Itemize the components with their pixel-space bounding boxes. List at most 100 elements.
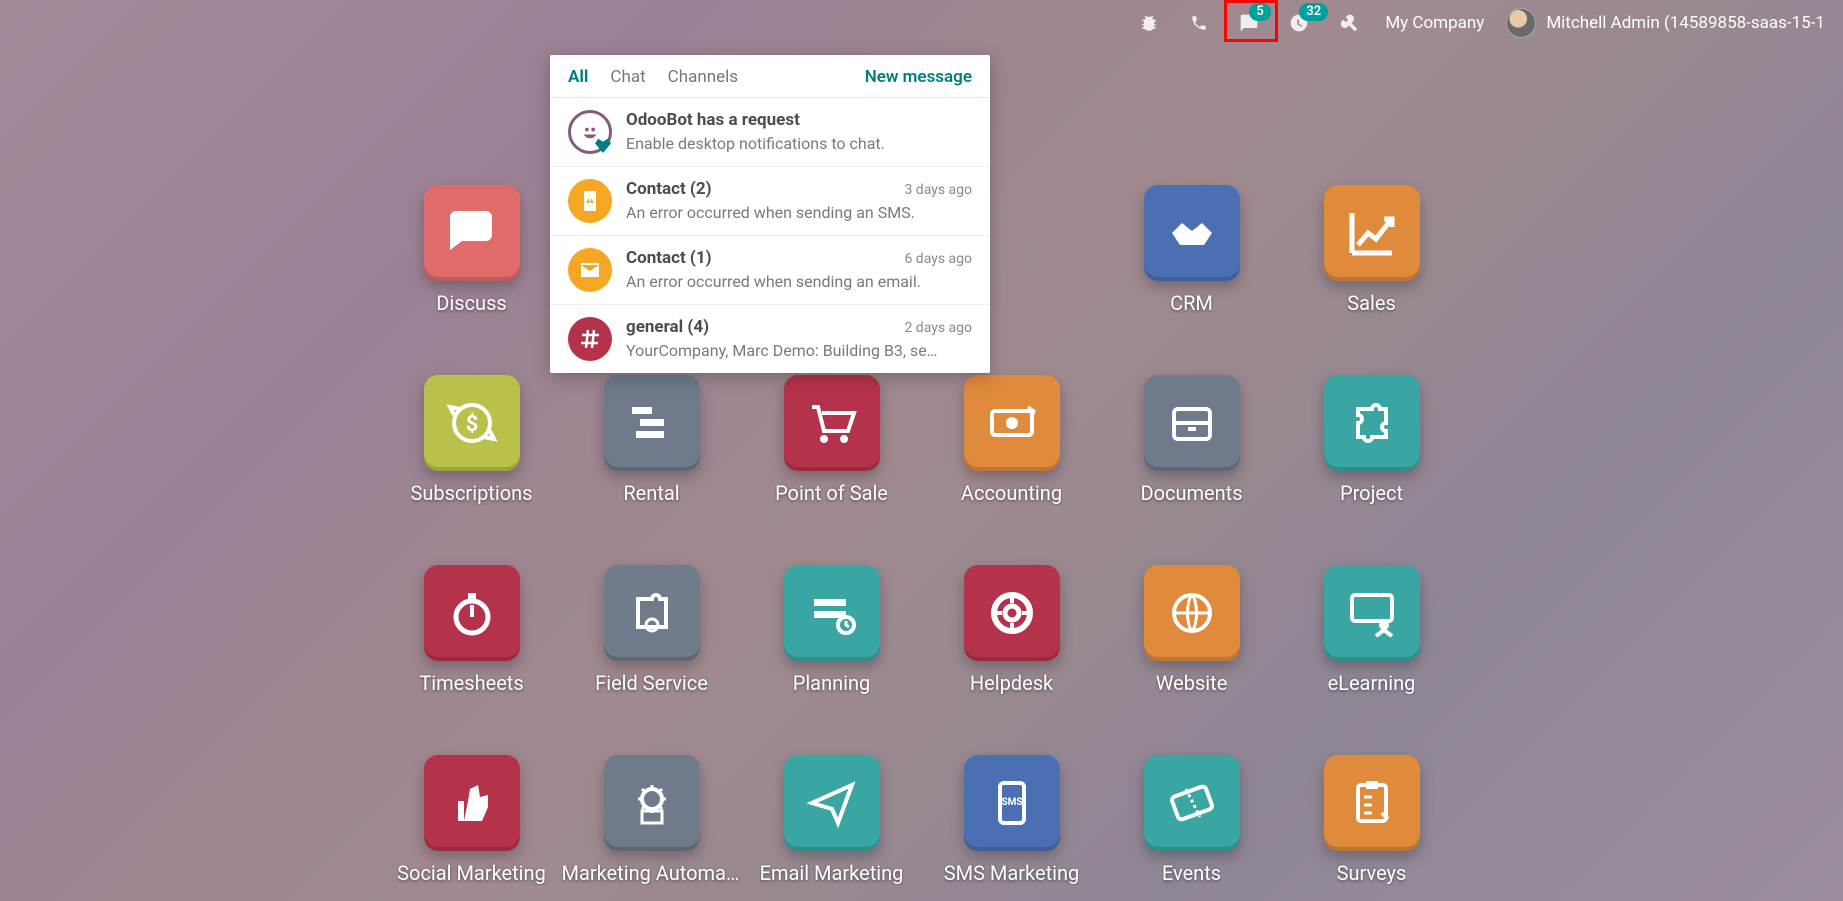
message-time: 3 days ago — [904, 182, 972, 198]
phone-icon[interactable] — [1185, 9, 1213, 37]
app-label: Field Service — [595, 671, 708, 695]
app-point-of-sale[interactable]: Point of Sale — [742, 375, 922, 505]
app-label: Rental — [623, 481, 679, 505]
app-helpdesk[interactable]: Helpdesk — [922, 565, 1102, 695]
app-label: eLearning — [1328, 671, 1416, 695]
paper-plane-icon — [784, 755, 880, 851]
app-label: Marketing Automat… — [562, 861, 742, 885]
app-crm[interactable]: CRM — [1102, 185, 1282, 315]
message-title: Contact (1) — [626, 248, 712, 268]
activities-icon[interactable]: 32 — [1285, 9, 1313, 37]
app-events[interactable]: Events — [1102, 755, 1282, 885]
app-elearning[interactable]: eLearning — [1282, 565, 1462, 695]
chart-up-icon — [1324, 185, 1420, 281]
app-label: Email Marketing — [760, 861, 904, 885]
app-documents[interactable]: Documents — [1102, 375, 1282, 505]
tab-all[interactable]: All — [568, 67, 588, 87]
clipboard-icon — [1324, 755, 1420, 851]
messages-icon[interactable]: 5 — [1235, 9, 1263, 37]
message-title: Contact (2) — [626, 179, 712, 199]
app-label: Subscriptions — [411, 481, 533, 505]
message-title: OdooBot has a request — [626, 110, 800, 130]
app-rental[interactable]: Rental — [562, 375, 742, 505]
message-item[interactable]: general (4) 2 days ago YourCompany, Marc… — [550, 305, 990, 373]
app-marketing-automat[interactable]: Marketing Automat… — [562, 755, 742, 885]
avatar — [1506, 8, 1536, 38]
app-sales[interactable]: Sales — [1282, 185, 1462, 315]
messages-badge: 5 — [1249, 3, 1270, 21]
messages-dropdown: All Chat Channels New message OdooBot ha… — [550, 55, 990, 373]
message-time: 2 days ago — [904, 320, 972, 336]
message-preview: An error occurred when sending an email. — [626, 272, 972, 291]
activities-badge: 32 — [1299, 3, 1328, 21]
app-label: Website — [1156, 671, 1228, 695]
topbar: 5 32 My Company Mitchell Admin (14589858… — [0, 0, 1843, 46]
schedule-icon — [784, 565, 880, 661]
app-label: Discuss — [436, 291, 506, 315]
app-label: Accounting — [961, 481, 1062, 505]
app-label: Planning — [793, 671, 871, 695]
app-discuss[interactable]: Discuss — [382, 185, 562, 315]
chat-icon — [424, 185, 520, 281]
app-label: CRM — [1170, 291, 1213, 315]
user-menu[interactable]: Mitchell Admin (14589858-saas-15-1 — [1506, 8, 1825, 38]
ticket-icon — [1144, 755, 1240, 851]
teach-icon — [1324, 565, 1420, 661]
globe-icon — [1144, 565, 1240, 661]
money-icon — [964, 375, 1060, 471]
message-item[interactable]: OdooBot has a request Enable desktop not… — [550, 98, 990, 167]
app-label: Point of Sale — [775, 481, 888, 505]
company-selector[interactable]: My Company — [1385, 13, 1484, 33]
messages-tabs: All Chat Channels — [568, 67, 738, 87]
app-label: Surveys — [1337, 861, 1407, 885]
app-label: Events — [1162, 861, 1221, 885]
app-label: Helpdesk — [970, 671, 1053, 695]
app-surveys[interactable]: Surveys — [1282, 755, 1462, 885]
sms-warn-icon — [568, 179, 612, 223]
puzzle-gear-icon — [604, 565, 700, 661]
app-label: Documents — [1140, 481, 1242, 505]
message-preview: YourCompany, Marc Demo: Building B3, se… — [626, 341, 972, 360]
stopwatch-icon — [424, 565, 520, 661]
app-accounting[interactable]: Accounting — [922, 375, 1102, 505]
app-sms-marketing[interactable]: SMS SMS Marketing — [922, 755, 1102, 885]
message-time: 6 days ago — [904, 251, 972, 267]
handshake-icon — [1144, 185, 1240, 281]
app-label: Timesheets — [419, 671, 523, 695]
app-label: Project — [1340, 481, 1403, 505]
dollar-refresh-icon: $ — [424, 375, 520, 471]
gantt-icon — [604, 375, 700, 471]
new-message-button[interactable]: New message — [865, 67, 972, 87]
app-label: Social Marketing — [397, 861, 546, 885]
lifebuoy-icon — [964, 565, 1060, 661]
message-preview: An error occurred when sending an SMS. — [626, 203, 972, 222]
drawer-icon — [1144, 375, 1240, 471]
app-social-marketing[interactable]: Social Marketing — [382, 755, 562, 885]
debug-icon[interactable] — [1135, 9, 1163, 37]
channel-icon — [568, 317, 612, 361]
user-label: Mitchell Admin (14589858-saas-15-1 — [1546, 13, 1825, 33]
app-field-service[interactable]: Field Service — [562, 565, 742, 695]
cart-icon — [784, 375, 880, 471]
app-label: SMS Marketing — [944, 861, 1080, 885]
message-preview: Enable desktop notifications to chat. — [626, 134, 972, 153]
app-project[interactable]: Project — [1282, 375, 1462, 505]
tab-channels[interactable]: Channels — [668, 67, 738, 87]
svg-text:$: $ — [465, 412, 478, 437]
puzzle-icon — [1324, 375, 1420, 471]
message-item[interactable]: Contact (1) 6 days ago An error occurred… — [550, 236, 990, 305]
app-timesheets[interactable]: Timesheets — [382, 565, 562, 695]
tools-icon[interactable] — [1335, 9, 1363, 37]
odoobot-icon — [568, 110, 612, 154]
app-subscriptions[interactable]: $ Subscriptions — [382, 375, 562, 505]
email-warn-icon — [568, 248, 612, 292]
app-label: Sales — [1347, 291, 1396, 315]
app-email-marketing[interactable]: Email Marketing — [742, 755, 922, 885]
thumbs-up-icon — [424, 755, 520, 851]
message-item[interactable]: Contact (2) 3 days ago An error occurred… — [550, 167, 990, 236]
phone-sms-icon: SMS — [964, 755, 1060, 851]
svg-text:SMS: SMS — [1001, 797, 1022, 808]
app-planning[interactable]: Planning — [742, 565, 922, 695]
app-website[interactable]: Website — [1102, 565, 1282, 695]
tab-chat[interactable]: Chat — [610, 67, 645, 87]
